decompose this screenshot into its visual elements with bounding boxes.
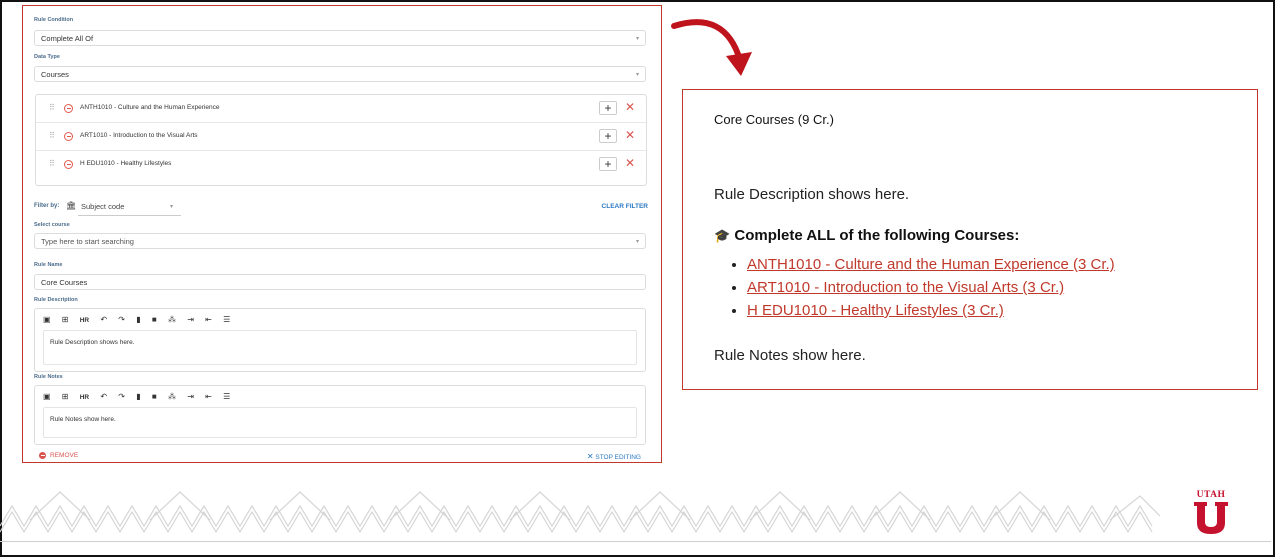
indent-icon[interactable]: ⇥ [187,392,194,401]
chevron-down-icon: ▾ [169,204,173,210]
list-item: H EDU1010 - Healthy Lifestyles (3 Cr.) [747,299,1115,322]
curved-arrow-icon [671,19,752,76]
preview-course-list: ANTH1010 - Culture and the Human Experie… [731,253,1115,322]
select-course-label: Select course [34,222,70,228]
course-name: ART1010 - Introduction to the Visual Art… [80,132,198,139]
rule-description-editor: ▣ ⊞ HR ↶ ↷ ▮ ■ ⁂ ⇥ ⇤ ☰ Rule Description … [34,308,646,372]
bank-icon: 🏛 [66,201,77,210]
preview-heading-text: Complete ALL of the following Courses: [734,227,1020,244]
select-course-placeholder: Type here to start searching [41,237,134,246]
drag-handle-icon[interactable]: ⠿ [49,103,55,112]
outdent-icon[interactable]: ⇤ [205,392,212,401]
remove-circle-icon[interactable] [64,104,73,113]
rule-condition-select[interactable]: Complete All Of ▾ [34,30,646,46]
filter-select[interactable]: Subject code ▾ [78,199,181,216]
plus-icon[interactable]: + [599,101,617,115]
close-icon: ✕ [586,452,594,461]
remove-button[interactable]: REMOVE [39,452,78,459]
filter-value: Subject code [81,202,125,211]
chevron-down-icon: ▾ [635,36,639,42]
rule-condition-label: Rule Condition [34,17,74,23]
preview-notes: Rule Notes show here. [714,347,866,364]
table-icon[interactable]: ⊞ [62,315,69,324]
chevron-down-icon: ▾ [635,72,639,78]
list-item: ANTH1010 - Culture and the Human Experie… [747,253,1115,276]
chevron-down-icon: ▾ [635,239,639,245]
course-link[interactable]: H EDU1010 - Healthy Lifestyles (3 Cr.) [747,302,1004,319]
plus-icon[interactable]: + [599,129,617,143]
outdent-icon[interactable]: ⇤ [205,315,212,324]
course-name: H EDU1010 - Healthy Lifestyles [80,160,172,167]
undo-icon[interactable]: ↶ [100,392,107,401]
rich-text-toolbar: ▣ ⊞ HR ↶ ↷ ▮ ■ ⁂ ⇥ ⇤ ☰ [43,392,239,401]
rule-name-value: Core Courses [41,278,88,287]
rule-notes-editor: ▣ ⊞ HR ↶ ↷ ▮ ■ ⁂ ⇥ ⇤ ☰ Rule Notes show h… [34,385,646,445]
stop-editing-label: STOP EDITING [595,454,641,461]
block-icon[interactable]: ▮ [136,315,140,324]
rule-preview-panel: Core Courses (9 Cr.) Rule Description sh… [682,89,1258,390]
logo-word: UTAH [1196,490,1226,500]
rule-editor-panel: Rule Condition Complete All Of ▾ Data Ty… [22,5,662,463]
list-item: ART1010 - Introduction to the Visual Art… [747,276,1115,299]
undo-icon[interactable]: ↶ [100,315,107,324]
course-row: ⠿ ANTH1010 - Culture and the Human Exper… [36,95,646,123]
data-type-select[interactable]: Courses ▾ [34,66,646,82]
shapes-icon[interactable]: ⁂ [168,315,176,324]
utah-logo: UTAH [1192,490,1230,541]
rule-description-label: Rule Description [34,297,78,303]
course-row: ⠿ ART1010 - Introduction to the Visual A… [36,123,646,151]
remove-circle-icon[interactable] [64,132,73,141]
course-row: ⠿ H EDU1010 - Healthy Lifestyles + ✕ [36,151,646,179]
preview-description: Rule Description shows here. [714,186,910,203]
stop-editing-button[interactable]: ✕ STOP EDITING [587,452,641,461]
remove-label: REMOVE [50,452,79,460]
preview-heading: 🎓 Complete ALL of the following Courses: [714,227,1019,244]
shapes-icon[interactable]: ⁂ [168,392,176,401]
filter-label: Filter by: [34,203,60,209]
hr-button[interactable]: HR [80,317,89,324]
graduation-cap-icon: 🎓 [714,228,731,243]
rich-text-toolbar: ▣ ⊞ HR ↶ ↷ ▮ ■ ⁂ ⇥ ⇤ ☰ [43,315,239,324]
media-icon[interactable]: ■ [152,315,157,324]
rule-condition-value: Complete All Of [41,34,94,43]
table-icon[interactable]: ⊞ [62,392,69,401]
rule-notes-textarea[interactable]: Rule Notes show here. [43,407,637,438]
rule-name-input[interactable]: Core Courses [34,274,646,290]
image-icon[interactable]: ▣ [43,315,51,324]
preview-title: Core Courses (9 Cr.) [714,112,834,127]
list-icon[interactable]: ☰ [223,392,230,401]
selected-course-list: ⠿ ANTH1010 - Culture and the Human Exper… [35,94,647,186]
data-type-value: Courses [41,70,69,79]
course-link[interactable]: ANTH1010 - Culture and the Human Experie… [747,256,1115,273]
course-link[interactable]: ART1010 - Introduction to the Visual Art… [747,279,1064,296]
remove-circle-icon [39,452,46,459]
image-icon[interactable]: ▣ [43,392,51,401]
remove-circle-icon[interactable] [64,160,73,169]
drag-handle-icon[interactable]: ⠿ [49,159,55,168]
close-icon[interactable]: ✕ [625,100,635,114]
indent-icon[interactable]: ⇥ [187,315,194,324]
select-course-input[interactable]: Type here to start searching ▾ [34,233,646,249]
hr-button[interactable]: HR [80,394,89,401]
close-icon[interactable]: ✕ [625,128,635,142]
zigzag-mountain-pattern [0,491,1161,534]
redo-icon[interactable]: ↷ [118,315,125,324]
data-type-label: Data Type [34,54,60,60]
clear-filter-button[interactable]: CLEAR FILTER [602,203,648,210]
block-u-icon [1194,502,1228,534]
plus-icon[interactable]: + [599,157,617,171]
list-icon[interactable]: ☰ [223,315,230,324]
close-icon[interactable]: ✕ [625,156,635,170]
rule-notes-label: Rule Notes [34,374,63,380]
media-icon[interactable]: ■ [152,392,157,401]
drag-handle-icon[interactable]: ⠿ [49,131,55,140]
block-icon[interactable]: ▮ [136,392,140,401]
redo-icon[interactable]: ↷ [118,392,125,401]
footer-divider [0,541,1271,542]
rule-name-label: Rule Name [34,262,63,268]
rule-description-textarea[interactable]: Rule Description shows here. [43,330,637,365]
course-name: ANTH1010 - Culture and the Human Experie… [80,104,220,111]
